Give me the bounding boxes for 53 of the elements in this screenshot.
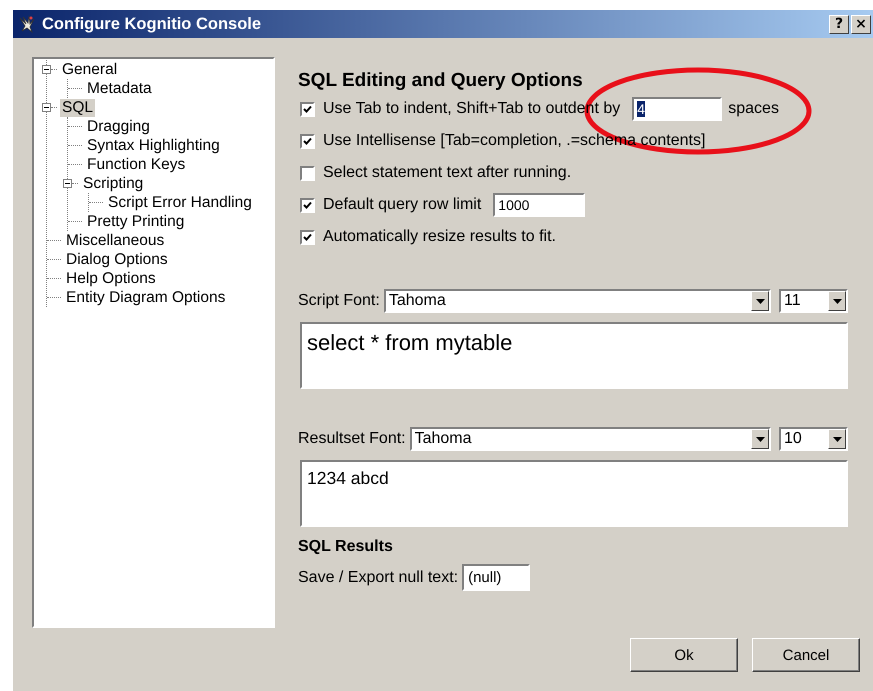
tree-item[interactable]: Dialog Options (64, 250, 170, 268)
tree-item[interactable]: Entity Diagram Options (64, 288, 228, 306)
tree-item[interactable]: Function Keys (85, 156, 188, 174)
input-field[interactable]: 1000 (493, 193, 586, 217)
font-dropdown[interactable]: Tahoma (384, 289, 771, 313)
field-label: Script Font: (298, 292, 380, 310)
field-label: Resultset Font: (298, 430, 406, 448)
font-dropdown[interactable]: Tahoma (410, 427, 771, 451)
section-title: SQL Results (298, 538, 394, 556)
section-title: SQL Editing and Query Options (298, 70, 584, 92)
checkbox[interactable] (300, 134, 315, 148)
help-button[interactable]: ? (829, 14, 849, 34)
collapse-icon[interactable] (42, 65, 51, 74)
check-icon (303, 200, 312, 210)
tree-item[interactable]: Dragging (85, 118, 152, 136)
check-icon (303, 104, 312, 114)
tree-item[interactable]: Scripting (81, 174, 146, 192)
collapse-icon[interactable] (42, 103, 51, 112)
checkbox[interactable] (300, 166, 315, 180)
option-label: Select statement text after running. (323, 164, 572, 182)
ok-button[interactable]: Ok (630, 638, 738, 672)
checkbox[interactable] (300, 230, 315, 244)
tree-item[interactable]: General (60, 60, 120, 78)
tree-item[interactable]: Miscellaneous (64, 232, 166, 250)
option-label: Default query row limit (323, 196, 482, 214)
tree-item[interactable]: Syntax Highlighting (85, 136, 222, 154)
tree-item[interactable]: SQL (60, 98, 96, 116)
input-field[interactable]: 4 (632, 97, 722, 121)
close-button[interactable]: × (851, 14, 871, 34)
preview-box[interactable]: 1234 abcd (300, 460, 848, 527)
checkbox[interactable] (300, 102, 315, 116)
collapse-icon[interactable] (63, 179, 72, 188)
checkbox[interactable] (300, 198, 315, 212)
unit-label: spaces (728, 100, 779, 118)
caret-icon (756, 298, 764, 304)
field-label: Save / Export null text: (298, 568, 458, 586)
preview-box[interactable]: select * from mytable (300, 322, 848, 389)
tree-item[interactable]: Metadata (85, 80, 154, 98)
tree-item[interactable]: Help Options (64, 270, 158, 288)
tree-item[interactable]: Pretty Printing (85, 212, 186, 230)
size-dropdown[interactable]: 11 (779, 289, 848, 313)
input-field[interactable]: (null) (462, 564, 530, 591)
caret-icon (832, 298, 842, 304)
tree-item[interactable]: Script Error Handling (106, 194, 254, 212)
caret-icon (756, 436, 764, 442)
cancel-button[interactable]: Cancel (752, 638, 860, 672)
check-icon (303, 136, 312, 146)
check-icon (303, 232, 312, 242)
window-title: Configure Kognitio Console (42, 14, 262, 34)
option-label: Automatically resize results to fit. (323, 228, 556, 246)
app-logo-icon (17, 14, 37, 34)
caret-icon (832, 436, 842, 442)
size-dropdown[interactable]: 10 (779, 427, 848, 451)
